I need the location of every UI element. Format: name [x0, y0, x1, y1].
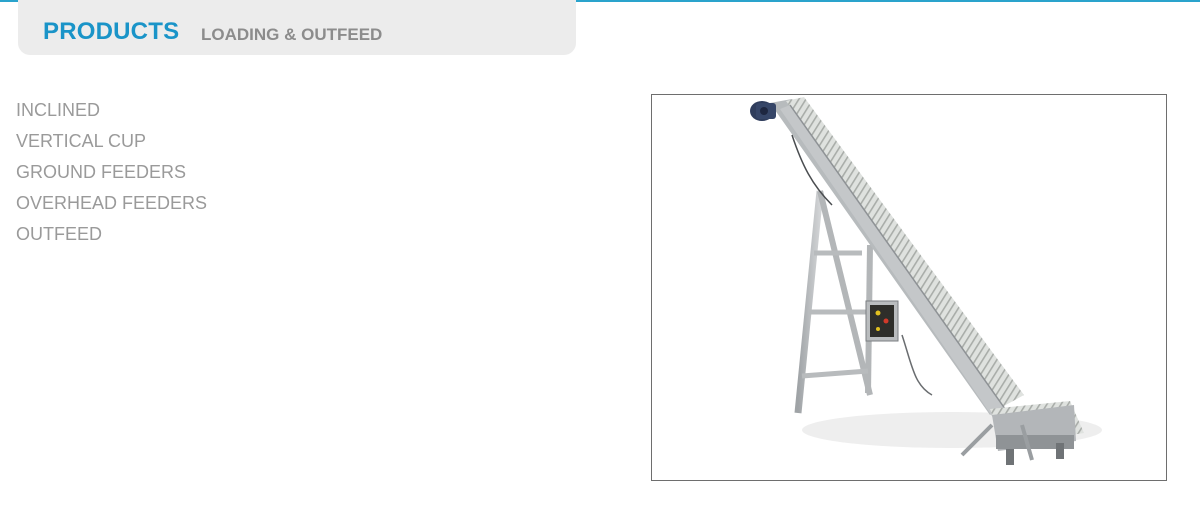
- nav-item-vertical-cup[interactable]: VERTICAL CUP: [16, 126, 207, 157]
- product-image-frame: [651, 94, 1167, 481]
- page-subtitle: LOADING & OUTFEED: [201, 25, 383, 44]
- page: PRODUCTS LOADING & OUTFEED INCLINED VERT…: [0, 0, 1200, 522]
- inclined-conveyor-image: [750, 97, 1102, 465]
- nav-item-overhead-feeders[interactable]: OVERHEAD FEEDERS: [16, 188, 207, 219]
- nav-item-outfeed[interactable]: OUTFEED: [16, 219, 207, 250]
- category-nav: INCLINED VERTICAL CUP GROUND FEEDERS OVE…: [16, 95, 207, 250]
- nav-item-inclined[interactable]: INCLINED: [16, 95, 207, 126]
- nav-item-ground-feeders[interactable]: GROUND FEEDERS: [16, 157, 207, 188]
- page-title: PRODUCTS: [43, 18, 180, 45]
